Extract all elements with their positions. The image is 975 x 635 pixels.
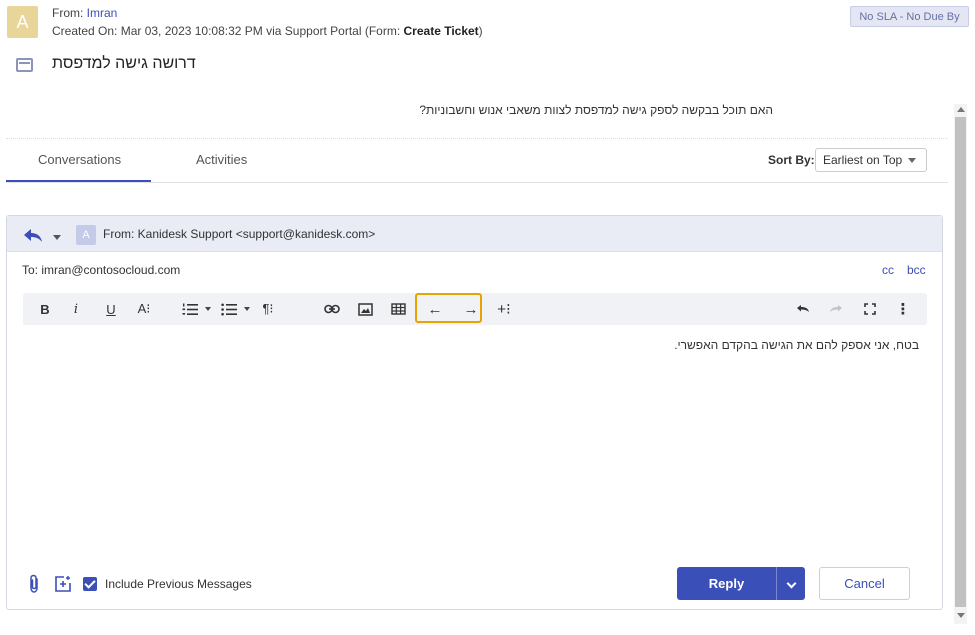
reply-body-editor[interactable]: בטח, אני אספק להם את הגישה בהקדם האפשרי.	[674, 338, 919, 352]
divider	[6, 138, 948, 139]
left-to-right-button[interactable]: ←	[425, 293, 445, 325]
underline-button[interactable]: U	[103, 293, 119, 325]
undo-icon[interactable]	[794, 293, 812, 325]
sort-by-value: Earliest on Top	[823, 153, 903, 167]
editor-toolbar: B i U A⁝ ¶⁝ ← → +⁝ ⋮	[23, 293, 927, 325]
reply-from[interactable]: From: Kanidesk Support <support@kanidesk…	[103, 227, 375, 241]
attachment-icon[interactable]	[27, 574, 41, 594]
include-previous-label[interactable]: Include Previous Messages	[105, 577, 252, 591]
sort-by-label: Sort By:	[768, 153, 815, 167]
tab-activities[interactable]: Activities	[196, 152, 247, 167]
insert-more-button[interactable]: +⁝	[494, 293, 514, 325]
reply-footer: Include Previous Messages Reply Cancel	[7, 566, 942, 606]
reply-icon[interactable]	[23, 227, 43, 243]
reply-button[interactable]: Reply	[677, 567, 776, 600]
reply-header: A From: Kanidesk Support <support@kanide…	[7, 216, 942, 252]
insert-template-icon[interactable]	[54, 575, 72, 593]
cancel-button[interactable]: Cancel	[819, 567, 910, 600]
table-icon[interactable]	[389, 293, 407, 325]
sla-badge[interactable]: No SLA - No Due By	[850, 6, 969, 27]
created-form: Create Ticket	[403, 24, 479, 38]
redo-icon	[827, 293, 845, 325]
bold-button[interactable]: B	[37, 293, 53, 325]
ordered-list-icon[interactable]	[181, 293, 199, 325]
more-options-icon[interactable]: ⋮	[896, 293, 911, 325]
cc-link[interactable]: cc	[882, 263, 894, 277]
reply-to-field[interactable]: To: imran@contosocloud.com	[22, 263, 180, 277]
ordered-list-dropdown-icon[interactable]	[203, 293, 213, 325]
reply-type-dropdown-icon[interactable]	[53, 235, 61, 240]
from-prefix: From:	[52, 6, 87, 20]
include-previous-checkbox[interactable]	[83, 577, 97, 591]
bullet-list-icon[interactable]	[220, 293, 238, 325]
image-icon[interactable]	[356, 293, 374, 325]
reply-options-dropdown[interactable]	[776, 567, 805, 600]
created-prefix: Created On: Mar 03, 2023 10:08:32 PM via…	[52, 24, 404, 38]
sort-by-select[interactable]: Earliest on Top	[815, 148, 927, 172]
ticket-icon	[16, 58, 33, 72]
italic-button[interactable]: i	[69, 293, 83, 325]
reply-editor-panel: A From: Kanidesk Support <support@kanide…	[6, 215, 943, 610]
scroll-down-arrow-icon[interactable]	[957, 613, 965, 618]
paragraph-format-button[interactable]: ¶⁝	[259, 293, 277, 325]
ticket-subject: דרושה גישה למדפסת	[52, 55, 196, 72]
bullet-list-dropdown-icon[interactable]	[242, 293, 252, 325]
chevron-down-icon	[908, 158, 916, 163]
link-icon[interactable]	[323, 293, 341, 325]
tab-conversations[interactable]: Conversations	[38, 152, 121, 167]
ticket-created-info: Created On: Mar 03, 2023 10:08:32 PM via…	[52, 24, 483, 38]
bcc-link[interactable]: bcc	[907, 263, 926, 277]
scroll-up-arrow-icon[interactable]	[957, 107, 965, 112]
ticket-description: האם תוכל בבקשה לספק גישה למדפסת לצוות מש…	[419, 103, 773, 117]
ticket-from: From: Imran	[52, 6, 117, 20]
fullscreen-icon[interactable]	[861, 293, 879, 325]
from-name-link[interactable]: Imran	[87, 6, 118, 20]
tabs-divider	[6, 182, 948, 183]
requester-avatar: A	[7, 6, 38, 38]
font-size-button[interactable]: A⁝	[134, 293, 154, 325]
created-suffix: )	[478, 24, 483, 38]
agent-avatar: A	[76, 225, 96, 245]
scrollbar-thumb[interactable]	[955, 117, 966, 607]
right-to-left-button[interactable]: →	[461, 293, 481, 325]
